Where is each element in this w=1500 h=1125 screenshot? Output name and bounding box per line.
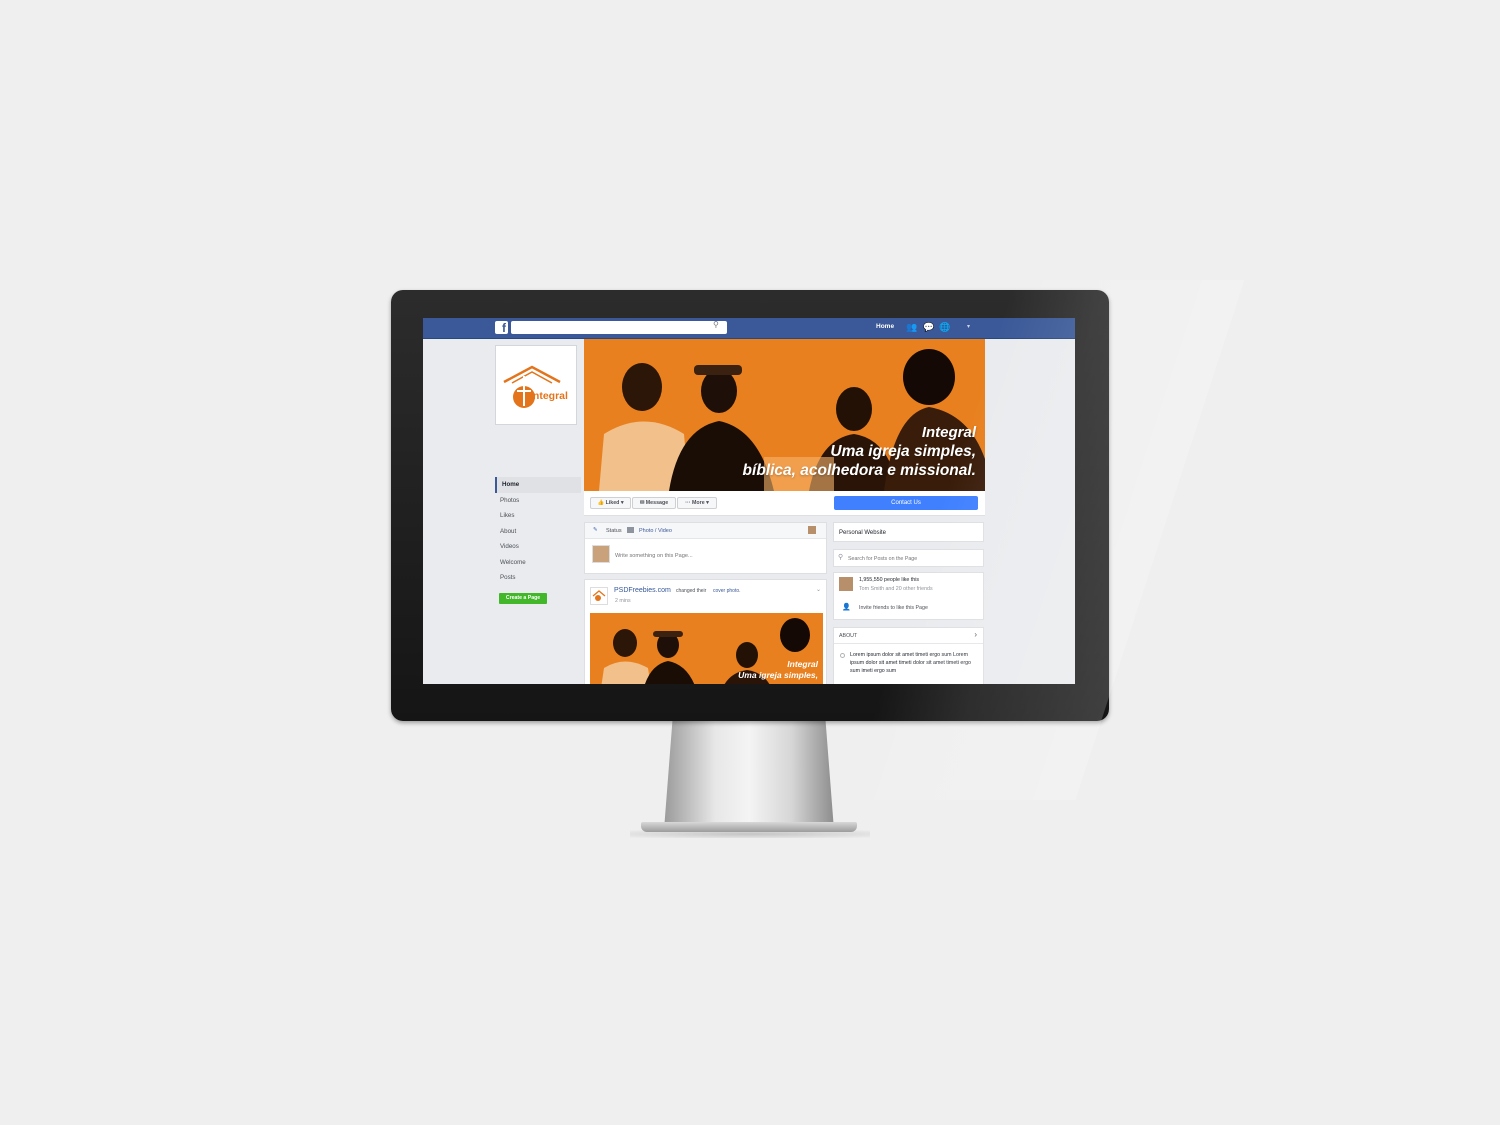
monitor-stand <box>664 720 834 830</box>
post-photo-caption: Integral Uma igreja simples, <box>738 659 818 681</box>
user-avatar <box>592 545 610 563</box>
about-title: ABOUT <box>839 633 858 639</box>
message-button[interactable]: ✉ Message <box>632 497 676 509</box>
post-composer: ✎ Status Photo / Video <box>584 522 827 574</box>
notifications-globe-icon[interactable]: 🌐 <box>939 322 950 333</box>
likes-count[interactable]: 1,955,550 people like this <box>859 577 919 583</box>
author-logo-icon <box>592 590 606 601</box>
church-roof-logo-icon <box>503 365 561 384</box>
facebook-logo-icon[interactable]: f <box>495 321 508 335</box>
search-input[interactable] <box>511 321 727 334</box>
cover-subtitle: Uma igreja simples, <box>830 443 976 460</box>
write-post-input[interactable] <box>615 553 805 559</box>
friends-like-text[interactable]: Tom Smith and 20 other friends <box>859 586 933 592</box>
post-photo-title: Integral <box>787 659 818 669</box>
liked-button[interactable]: 👍 Liked ▾ <box>590 497 631 509</box>
logo-text: integral <box>530 390 568 402</box>
facebook-topbar: f ⚲ Home 👥 💬 🌐 ▾ <box>423 318 1075 339</box>
invite-friends-link[interactable]: Invite friends to like this Page <box>859 605 928 611</box>
timeline-post: PSDFreebies.com changed their cover phot… <box>584 579 827 684</box>
friend-requests-icon[interactable]: 👥 <box>906 322 917 333</box>
post-timestamp[interactable]: 2 mins <box>615 598 631 604</box>
about-header[interactable]: ABOUT › <box>834 628 983 644</box>
sidebar-item-welcome[interactable]: Welcome <box>495 555 581 571</box>
cover-photo-link[interactable]: cover photo. <box>713 588 741 594</box>
post-author-link[interactable]: PSDFreebies.com <box>614 587 671 594</box>
search-icon: ⚲ <box>838 554 844 561</box>
post-author-avatar[interactable] <box>590 587 608 605</box>
tab-status[interactable]: Status <box>606 528 622 534</box>
camera-icon <box>627 527 634 533</box>
monitor-stand-base <box>641 822 857 832</box>
friend-avatar <box>839 577 853 591</box>
account-menu[interactable]: ▾ <box>967 323 970 330</box>
page-posts-search-input[interactable] <box>848 554 980 564</box>
screen: f ⚲ Home 👥 💬 🌐 ▾ integral Home Photos Li… <box>423 318 1075 684</box>
chevron-right-icon[interactable]: › <box>974 630 977 639</box>
about-card: ABOUT › Lorem ipsum dolor sit amet timet… <box>833 627 984 684</box>
search-icon[interactable]: ⚲ <box>713 320 719 329</box>
sidebar-item-videos[interactable]: Videos <box>495 539 581 555</box>
create-page-button[interactable]: Create a Page <box>499 593 547 604</box>
posting-as-avatar-icon[interactable] <box>808 526 816 534</box>
message-label: Message <box>645 500 669 506</box>
sidebar-item-posts[interactable]: Posts <box>495 570 581 586</box>
pencil-icon: ✎ <box>593 527 598 533</box>
tab-photo-video[interactable]: Photo / Video <box>639 528 672 534</box>
website-card[interactable]: Personal Website <box>833 522 984 542</box>
nav-home-link[interactable]: Home <box>876 323 894 330</box>
thumbs-up-icon: 👍 <box>597 500 605 506</box>
page-profile-picture[interactable]: integral <box>495 345 577 425</box>
messages-icon[interactable]: 💬 <box>923 322 934 333</box>
cover-photo[interactable]: Integral Uma igreja simples, bíblica, ac… <box>584 339 985 491</box>
page-action-bar: 👍 Liked ▾ ✉ Message ··· More ▾ Contact U… <box>584 491 985 516</box>
post-photo-subtitle: Uma igreja simples, <box>738 670 818 680</box>
sidebar-item-about[interactable]: About <box>495 524 581 540</box>
more-button[interactable]: ··· More ▾ <box>677 497 717 509</box>
liked-label: Liked ▾ <box>605 500 624 506</box>
message-icon: ✉ <box>639 500 645 506</box>
logo-cross-bar <box>517 390 531 392</box>
cover-title: Integral <box>921 424 976 441</box>
post-photo[interactable]: Integral Uma igreja simples, <box>590 613 823 684</box>
about-description: Lorem ipsum dolor sit amet timeti ergo s… <box>850 652 971 674</box>
post-options-chevron-icon[interactable]: ⌄ <box>816 586 821 593</box>
composer-tabs: ✎ Status Photo / Video <box>585 523 826 539</box>
contact-us-button[interactable]: Contact Us <box>834 496 978 510</box>
page-search-card: ⚲ <box>833 549 984 567</box>
page-sidebar-nav: Home Photos Likes About Videos Welcome P… <box>495 477 581 586</box>
sidebar-item-photos[interactable]: Photos <box>495 493 581 509</box>
personal-website-link[interactable]: Personal Website <box>839 530 886 536</box>
cover-slogan: Integral Uma igreja simples, bíblica, ac… <box>743 423 976 480</box>
invite-friends-icon: 👤 <box>842 604 851 611</box>
cover-tagline: bíblica, acolhedora e missional. <box>742 462 976 479</box>
info-icon <box>840 653 845 658</box>
post-action-text: changed their <box>676 588 707 594</box>
sidebar-item-home[interactable]: Home <box>495 477 581 493</box>
sidebar-item-likes[interactable]: Likes <box>495 508 581 524</box>
likes-card: 1,955,550 people like this Tom Smith and… <box>833 572 984 620</box>
